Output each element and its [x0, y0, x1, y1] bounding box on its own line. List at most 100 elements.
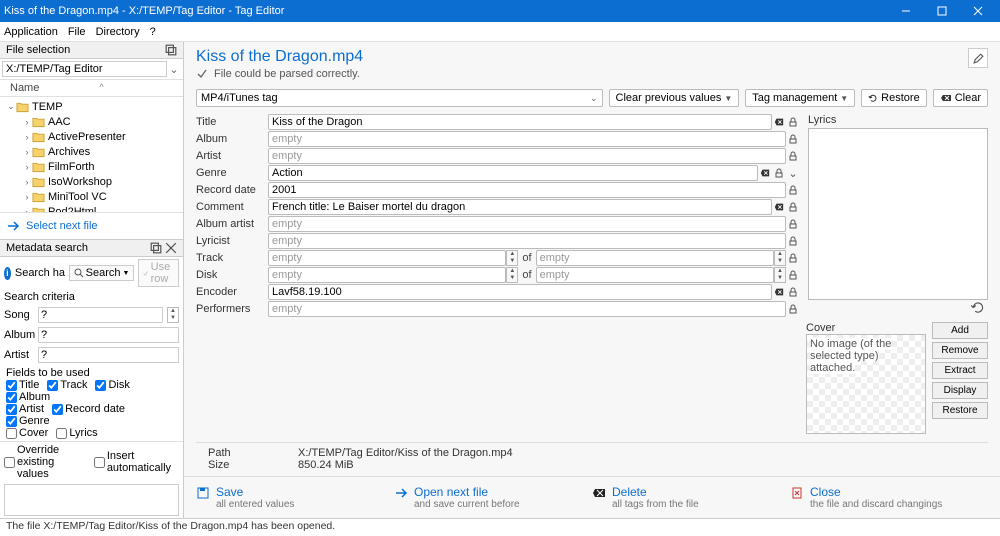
disk-stepper[interactable]: ▲▼	[506, 267, 518, 283]
undo-icon[interactable]	[970, 302, 988, 316]
chk-lyrics[interactable]: Lyrics	[56, 427, 97, 439]
action-close[interactable]: Closethe file and discard changings	[790, 485, 988, 510]
tree-node[interactable]: ›MiniTool VC	[0, 189, 183, 204]
comment-input[interactable]: French title: Le Baiser mortel du dragon	[268, 199, 772, 215]
lock-icon[interactable]	[786, 115, 800, 129]
tree-node-temp[interactable]: ⌄ TEMP	[0, 99, 183, 114]
track-stepper[interactable]: ▲▼	[506, 250, 518, 266]
lock-icon[interactable]	[786, 149, 800, 163]
chk-record-date[interactable]: Record date	[52, 403, 125, 415]
track-total-stepper[interactable]: ▲▼	[774, 250, 786, 266]
lock-icon[interactable]	[786, 183, 800, 197]
chk-artist[interactable]: Artist	[6, 403, 44, 415]
menu-help[interactable]: ?	[150, 26, 156, 38]
cover-remove-button[interactable]: Remove	[932, 342, 988, 359]
lyrics-textarea[interactable]	[808, 128, 988, 300]
cover-add-button[interactable]: Add	[932, 322, 988, 339]
lock-icon[interactable]	[786, 268, 800, 282]
album-input[interactable]	[38, 327, 179, 343]
search-button[interactable]: Search▼	[69, 265, 135, 281]
chk-track[interactable]: Track	[47, 379, 87, 391]
track-total-input[interactable]: empty	[536, 250, 774, 266]
close-button[interactable]	[960, 0, 996, 22]
action-open-next[interactable]: Open next fileand save current before	[394, 485, 592, 510]
artist-input[interactable]: empty	[268, 148, 786, 164]
tree-node[interactable]: ›Pod2Html	[0, 204, 183, 212]
clear-button[interactable]: Clear	[933, 89, 988, 107]
expander-icon[interactable]: ›	[22, 132, 32, 142]
clear-field-icon[interactable]	[772, 285, 786, 299]
select-next-file[interactable]: Select next file	[0, 212, 183, 239]
restore-button[interactable]: Restore	[861, 89, 927, 107]
clear-field-icon[interactable]	[772, 115, 786, 129]
title-input[interactable]: Kiss of the Dragon	[268, 114, 772, 130]
lock-icon[interactable]	[786, 217, 800, 231]
use-row-button[interactable]: Use row	[138, 259, 179, 287]
clear-previous-button[interactable]: Clear previous values▼	[609, 89, 740, 107]
chk-genre[interactable]: Genre	[6, 415, 50, 427]
artist-input[interactable]	[38, 347, 179, 363]
lock-icon[interactable]	[786, 234, 800, 248]
lock-icon[interactable]	[786, 251, 800, 265]
lock-icon[interactable]	[786, 132, 800, 146]
clear-field-icon[interactable]	[772, 200, 786, 214]
tag-type-select[interactable]: MP4/iTunes tag⌄	[196, 89, 603, 107]
expander-icon[interactable]: ›	[22, 147, 32, 157]
disk-total-input[interactable]: empty	[536, 267, 774, 283]
field-lyricist: Lyricistempty	[196, 233, 800, 249]
track-input[interactable]: empty	[268, 250, 506, 266]
detach-icon[interactable]	[150, 242, 162, 254]
tree-node[interactable]: ›AAC	[0, 114, 183, 129]
path-input[interactable]	[2, 61, 167, 77]
expander-icon[interactable]: ›	[22, 162, 32, 172]
lock-icon[interactable]	[772, 166, 786, 180]
cover-extract-button[interactable]: Extract	[932, 362, 988, 379]
expander-icon[interactable]: ⌄	[6, 101, 16, 112]
action-delete[interactable]: Deleteall tags from the file	[592, 485, 790, 510]
maximize-button[interactable]	[924, 0, 960, 22]
tree-node[interactable]: ›IsoWorkshop	[0, 174, 183, 189]
chk-cover[interactable]: Cover	[6, 427, 48, 439]
album-input[interactable]: empty	[268, 131, 786, 147]
expander-icon[interactable]: ›	[22, 192, 32, 202]
lock-icon[interactable]	[786, 302, 800, 316]
chk-title[interactable]: Title	[6, 379, 39, 391]
disk-total-stepper[interactable]: ▲▼	[774, 267, 786, 283]
menu-directory[interactable]: Directory	[96, 26, 140, 38]
detach-icon[interactable]	[165, 44, 177, 56]
lock-icon[interactable]	[786, 285, 800, 299]
albart-input[interactable]: empty	[268, 216, 786, 232]
clear-field-icon[interactable]	[758, 166, 772, 180]
disk-input[interactable]: empty	[268, 267, 506, 283]
chk-override[interactable]: Override existing values	[4, 444, 86, 480]
minimize-button[interactable]	[888, 0, 924, 22]
menu-application[interactable]: Application	[4, 26, 58, 38]
genre-input[interactable]: Action	[268, 165, 758, 181]
chk-album[interactable]: Album	[6, 391, 50, 403]
path-chevron-icon[interactable]: ⌄	[167, 63, 181, 76]
close-panel-icon[interactable]	[165, 242, 177, 254]
lock-icon[interactable]	[786, 200, 800, 214]
recdate-input[interactable]: 2001	[268, 182, 786, 198]
perf-input[interactable]: empty	[268, 301, 786, 317]
tree-name-header[interactable]: Name ^	[0, 80, 183, 97]
chk-insert-auto[interactable]: Insert automatically	[94, 444, 171, 480]
action-save[interactable]: Saveall entered values	[196, 485, 394, 510]
tree-node[interactable]: ›Archives	[0, 144, 183, 159]
menu-file[interactable]: File	[68, 26, 86, 38]
encoder-input[interactable]: Lavf58.19.100	[268, 284, 772, 300]
file-tree[interactable]: ⌄ TEMP ›AAC›ActivePresenter›Archives›Fil…	[0, 97, 183, 212]
chk-disk[interactable]: Disk	[95, 379, 129, 391]
song-stepper[interactable]: ▲▼	[167, 307, 179, 323]
cover-display-button[interactable]: Display	[932, 382, 988, 399]
tag-management-button[interactable]: Tag management▼	[745, 89, 855, 107]
expander-icon[interactable]: ›	[22, 117, 32, 127]
song-input[interactable]	[38, 307, 163, 323]
cover-restore-button[interactable]: Restore	[932, 402, 988, 419]
tree-node[interactable]: ›FilmForth	[0, 159, 183, 174]
lyricist-input[interactable]: empty	[268, 233, 786, 249]
expander-icon[interactable]: ›	[22, 177, 32, 187]
tree-node[interactable]: ›ActivePresenter	[0, 129, 183, 144]
chevron-down-icon[interactable]: ⌄	[786, 166, 800, 180]
edit-title-button[interactable]	[968, 48, 988, 68]
